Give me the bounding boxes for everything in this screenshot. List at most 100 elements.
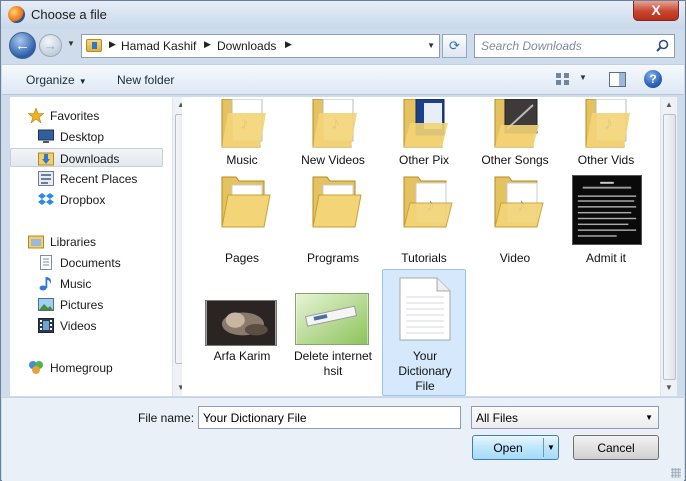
title-bar: Choose a file X [1, 1, 685, 29]
change-view-icon[interactable] [555, 72, 571, 86]
file-name-field[interactable] [198, 406, 461, 429]
folder-item[interactable]: Other Songs [473, 97, 557, 169]
downloads-folder-icon [38, 152, 54, 166]
sidebar-item-label: Dropbox [60, 193, 106, 207]
breadcrumb-hamad-kashif[interactable]: Hamad Kashif [121, 39, 196, 53]
back-button[interactable]: ← [9, 32, 36, 59]
window-title: Choose a file [31, 7, 107, 22]
folder-item[interactable]: ♪ Other Vids [564, 97, 648, 169]
libraries-icon [28, 235, 44, 249]
navigation-pane: Favorites Desktop Downloads Recent Place… [10, 97, 189, 396]
photo-thumbnail [205, 300, 277, 346]
sidebar-item-videos[interactable]: Videos [10, 316, 163, 335]
folder-item[interactable]: ♪ Tutorials [382, 171, 466, 265]
image-thumbnail [295, 293, 369, 345]
sidebar-item-documents[interactable]: Documents [10, 253, 163, 272]
new-folder-button[interactable]: New folder [117, 73, 174, 87]
folder-item[interactable]: ♪ New Videos [291, 97, 375, 169]
file-dialog: Choose a file X ← → ▼ ▶ Hamad Kashif ▶ D… [0, 0, 686, 481]
folder-item[interactable]: Other Pix [382, 97, 466, 169]
breadcrumb-downloads[interactable]: Downloads [217, 39, 276, 53]
organize-button[interactable]: Organize ▼ [26, 73, 87, 87]
video-folder-icon: ♪ [494, 176, 544, 228]
view-options-dropdown-icon[interactable]: ▼ [579, 73, 587, 82]
tutorials-folder-icon: ♪ [403, 176, 453, 228]
file-list: ♪ Music ♪ New Videos Other Pix Other Son… [182, 97, 660, 396]
pictures-folder-icon [403, 99, 448, 148]
chevron-right-icon[interactable]: ▶ [109, 39, 116, 50]
file-name-label: File name: [138, 411, 195, 425]
vids-folder-icon: ♪ [585, 99, 630, 148]
file-item-selected[interactable]: Your Dictionary File [382, 269, 466, 396]
refresh-button[interactable]: ⟳ [442, 34, 467, 58]
chevron-down-icon: ▼ [78, 77, 87, 86]
file-name: Video [499, 251, 531, 265]
open-button-label: Open [493, 441, 523, 455]
file-name: Your Dictionary File [398, 349, 452, 393]
sidebar-item-label: Desktop [60, 130, 105, 144]
sidebar-item-dropbox[interactable]: Dropbox [10, 190, 163, 209]
songs-folder-icon [494, 99, 539, 148]
pages-folder-icon [221, 176, 271, 228]
open-button[interactable]: Open ▼ [472, 435, 559, 460]
file-name: Delete internet hsit [293, 349, 373, 378]
search-icon[interactable] [656, 39, 669, 52]
sidebar-item-downloads[interactable]: Downloads [10, 148, 163, 167]
music-folder-icon: ♪ [221, 99, 266, 148]
downloads-folder-icon [86, 39, 102, 52]
scrollbar-thumb[interactable] [663, 114, 676, 380]
recent-places-icon [38, 171, 54, 186]
split-divider [543, 438, 544, 457]
scroll-up-arrow-icon[interactable]: ▲ [665, 100, 673, 109]
sidebar-item-favorites[interactable]: Favorites [10, 106, 163, 125]
file-type-value: All Files [476, 411, 519, 425]
file-name: Other Songs [481, 153, 549, 167]
address-bar[interactable]: ▶ Hamad Kashif ▶ Downloads ▶ ▼ [81, 34, 440, 58]
video-folder-icon: ♪ [312, 99, 357, 148]
file-type-select[interactable]: All Files ▼ [471, 406, 659, 429]
pictures-icon [38, 298, 54, 311]
chevron-right-icon[interactable]: ▶ [285, 39, 292, 50]
sidebar-item-label: Videos [60, 319, 97, 333]
cancel-button[interactable]: Cancel [573, 435, 659, 460]
search-box[interactable] [474, 34, 675, 58]
sidebar-item-label: Downloads [60, 152, 120, 166]
documents-icon [40, 255, 52, 270]
file-name: Other Pix [398, 153, 449, 167]
folder-item[interactable]: ♪ Music [200, 97, 284, 169]
file-list-scrollbar[interactable]: ▲ ▼ [660, 97, 677, 396]
navigation-bar: ← → ▼ ▶ Hamad Kashif ▶ Downloads ▶ ▼ ⟳ [1, 29, 685, 63]
sidebar-item-pictures[interactable]: Pictures [10, 295, 163, 314]
libraries-heading: Libraries [50, 235, 97, 249]
file-item[interactable]: Delete internet hsit [291, 273, 375, 389]
chevron-down-icon[interactable]: ▼ [427, 41, 435, 50]
organize-label: Organize [26, 73, 75, 87]
forward-button[interactable]: → [39, 34, 62, 57]
folder-item[interactable]: Pages [200, 171, 284, 265]
preview-pane-button[interactable] [609, 72, 626, 87]
sidebar-item-desktop[interactable]: Desktop [10, 127, 163, 146]
dialog-footer: File name: All Files ▼ Open ▼ Cancel [2, 397, 684, 481]
history-dropdown-icon[interactable]: ▼ [67, 39, 75, 48]
homegroup-icon [29, 361, 43, 374]
file-name: Pages [224, 251, 260, 265]
chevron-right-icon[interactable]: ▶ [204, 39, 211, 50]
file-item[interactable]: Admit it [564, 171, 648, 265]
firefox-icon [8, 6, 25, 23]
close-button[interactable]: X [633, 1, 679, 21]
desktop-icon [38, 129, 54, 143]
star-icon [28, 108, 44, 123]
file-item[interactable]: Arfa Karim [200, 273, 284, 389]
folder-item[interactable]: Programs [291, 171, 375, 265]
sidebar-item-recent-places[interactable]: Recent Places [10, 169, 163, 188]
sidebar-item-homegroup[interactable]: Homegroup [10, 358, 163, 377]
help-button[interactable]: ? [644, 70, 662, 88]
scroll-down-arrow-icon[interactable]: ▼ [665, 383, 673, 392]
dropbox-icon [38, 193, 54, 205]
folder-item[interactable]: ♪ Video [473, 171, 557, 265]
open-options-dropdown-icon[interactable]: ▼ [547, 443, 555, 452]
resize-grip[interactable] [671, 468, 681, 478]
sidebar-item-music[interactable]: Music [10, 274, 163, 293]
sidebar-item-libraries[interactable]: Libraries [10, 232, 163, 251]
search-input[interactable] [475, 35, 650, 57]
